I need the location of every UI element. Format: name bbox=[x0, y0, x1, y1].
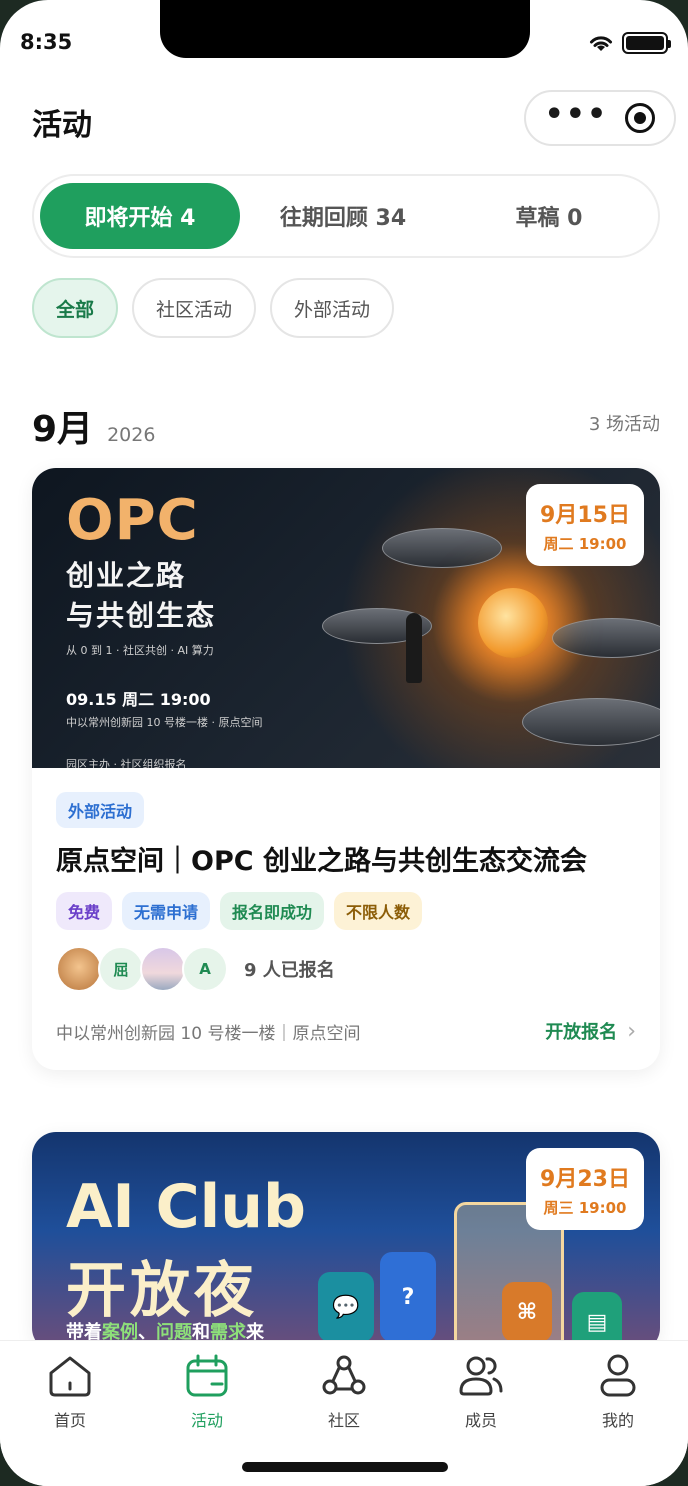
banner-location: 中以常州创新园 10 号楼一楼 · 原点空间 bbox=[66, 716, 263, 729]
tab-activities-label: 活动 bbox=[190, 1411, 223, 1430]
banner-footer: 园区主办 · 社区组织报名 bbox=[66, 758, 187, 768]
chat-bubble-icon: 💬 bbox=[318, 1272, 374, 1342]
avatar: 屈 bbox=[98, 946, 144, 992]
tab-profile-label: 我的 bbox=[601, 1411, 634, 1430]
battery-icon bbox=[622, 32, 671, 54]
event-date-badge: 9月15日 周二 19:00 bbox=[526, 484, 644, 566]
banner-tagline: 从 0 到 1 · 社区共创 · AI 算力 bbox=[66, 644, 214, 657]
month-header: 9月 2026 bbox=[32, 400, 155, 452]
tag-free: 免费 bbox=[56, 892, 113, 930]
home-indicator[interactable] bbox=[242, 1462, 448, 1472]
event-title[interactable]: 原点空间｜OPC 创业之路与共创生态交流会 bbox=[56, 842, 636, 882]
device-notch bbox=[160, 0, 530, 58]
segment-upcoming[interactable]: 即将开始 4 bbox=[40, 183, 240, 249]
banner-platform bbox=[552, 618, 660, 658]
banner-subtitle: 与共创生态 bbox=[66, 599, 217, 632]
home-icon bbox=[49, 1356, 91, 1397]
tab-activities[interactable]: 活动 bbox=[157, 1351, 257, 1431]
avatar bbox=[140, 946, 186, 992]
avatar bbox=[56, 946, 102, 992]
month-year: 2026 bbox=[107, 424, 156, 446]
tab-community[interactable]: 社区 bbox=[294, 1351, 394, 1431]
standing-person bbox=[406, 613, 422, 683]
event-card[interactable]: OPC 创业之路 与共创生态 从 0 到 1 · 社区共创 · AI 算力 09… bbox=[32, 468, 660, 1070]
filter-chips: 全部 社区活动 外部活动 bbox=[32, 278, 395, 338]
app-screen: 8:35 活动 ••• 即将开始 4 往期回顾 34 草稿 0 全部 社区活动 … bbox=[0, 0, 688, 1486]
event-date: 9月15日 bbox=[540, 502, 630, 528]
banner-title: AI Club bbox=[66, 1172, 306, 1242]
close-target-icon[interactable] bbox=[625, 103, 656, 133]
mini-program-capsule: ••• bbox=[524, 90, 676, 146]
segment-drafts[interactable]: 草稿 0 bbox=[446, 183, 652, 249]
tab-members-label: 成员 bbox=[464, 1411, 497, 1430]
community-icon bbox=[322, 1355, 366, 1395]
event-time: 周二 19:00 bbox=[543, 534, 627, 553]
event-banner: 💬 ? ⌘ ▤ AI Club 开放夜 带着案例、问题和需求来 9月23日 周三… bbox=[32, 1132, 660, 1352]
filter-all[interactable]: 全部 bbox=[32, 278, 119, 338]
event-time: 周三 19:00 bbox=[543, 1198, 627, 1217]
banner-subtitle: 创业之路 bbox=[66, 559, 187, 592]
tag-instant-success: 报名即成功 bbox=[220, 892, 325, 930]
event-date-badge: 9月23日 周三 19:00 bbox=[526, 1148, 644, 1230]
banner-platform bbox=[522, 698, 660, 746]
filter-community[interactable]: 社区活动 bbox=[132, 278, 257, 338]
avatar: A bbox=[182, 946, 228, 992]
banner-platform bbox=[382, 528, 502, 568]
event-banner: OPC 创业之路 与共创生态 从 0 到 1 · 社区共创 · AI 算力 09… bbox=[32, 468, 660, 768]
attendee-count: 9 人已报名 bbox=[244, 960, 335, 981]
status-time: 8:35 bbox=[20, 30, 73, 54]
open-registration-button[interactable]: 开放报名 › bbox=[545, 1018, 636, 1044]
question-icon: ? bbox=[380, 1252, 436, 1342]
tag-no-application: 无需申请 bbox=[122, 892, 211, 930]
event-date: 9月23日 bbox=[540, 1166, 630, 1192]
glowing-orb bbox=[478, 588, 548, 658]
filter-external[interactable]: 外部活动 bbox=[270, 278, 395, 338]
tab-members[interactable]: 成员 bbox=[431, 1351, 531, 1431]
tab-home[interactable]: 首页 bbox=[20, 1351, 120, 1431]
banner-datetime: 09.15 周二 19:00 bbox=[66, 690, 211, 709]
event-card-body: 外部活动 原点空间｜OPC 创业之路与共创生态交流会 免费 无需申请 报名即成功… bbox=[32, 768, 660, 1070]
tag-unlimited: 不限人数 bbox=[334, 892, 423, 930]
tab-profile[interactable]: 我的 bbox=[568, 1351, 668, 1431]
page-title: 活动 bbox=[32, 108, 92, 143]
event-footer: 中以常州创新园 10 号楼一楼｜原点空间 开放报名 › bbox=[56, 1018, 636, 1044]
month-label: 9月 bbox=[32, 409, 94, 450]
tab-home-label: 首页 bbox=[53, 1411, 86, 1430]
event-location: 中以常州创新园 10 号楼一楼｜原点空间 bbox=[56, 1023, 361, 1044]
status-icons bbox=[588, 32, 671, 54]
banner-subtitle: 开放夜 bbox=[66, 1256, 258, 1326]
banner-title: OPC bbox=[66, 488, 199, 553]
event-tags: 免费 无需申请 报名即成功 不限人数 bbox=[56, 892, 636, 930]
more-icon[interactable]: ••• bbox=[545, 100, 609, 130]
event-card[interactable]: 💬 ? ⌘ ▤ AI Club 开放夜 带着案例、问题和需求来 9月23日 周三… bbox=[32, 1132, 660, 1352]
attendees-row[interactable]: 屈 A 9 人已报名 bbox=[56, 946, 636, 992]
segment-past[interactable]: 往期回顾 34 bbox=[240, 183, 446, 249]
profile-icon bbox=[600, 1354, 636, 1397]
status-segment-control: 即将开始 4 往期回顾 34 草稿 0 bbox=[32, 174, 660, 258]
chevron-right-icon: › bbox=[627, 1018, 636, 1044]
tab-community-label: 社区 bbox=[327, 1411, 360, 1430]
event-count: 3 场活动 bbox=[588, 414, 660, 435]
wifi-icon bbox=[590, 36, 612, 51]
flowchart-icon: ⌘ bbox=[502, 1282, 552, 1342]
open-registration-label: 开放报名 bbox=[545, 1022, 618, 1043]
event-category-tag: 外部活动 bbox=[56, 792, 145, 828]
members-icon bbox=[459, 1356, 503, 1396]
calendar-icon bbox=[186, 1354, 228, 1397]
